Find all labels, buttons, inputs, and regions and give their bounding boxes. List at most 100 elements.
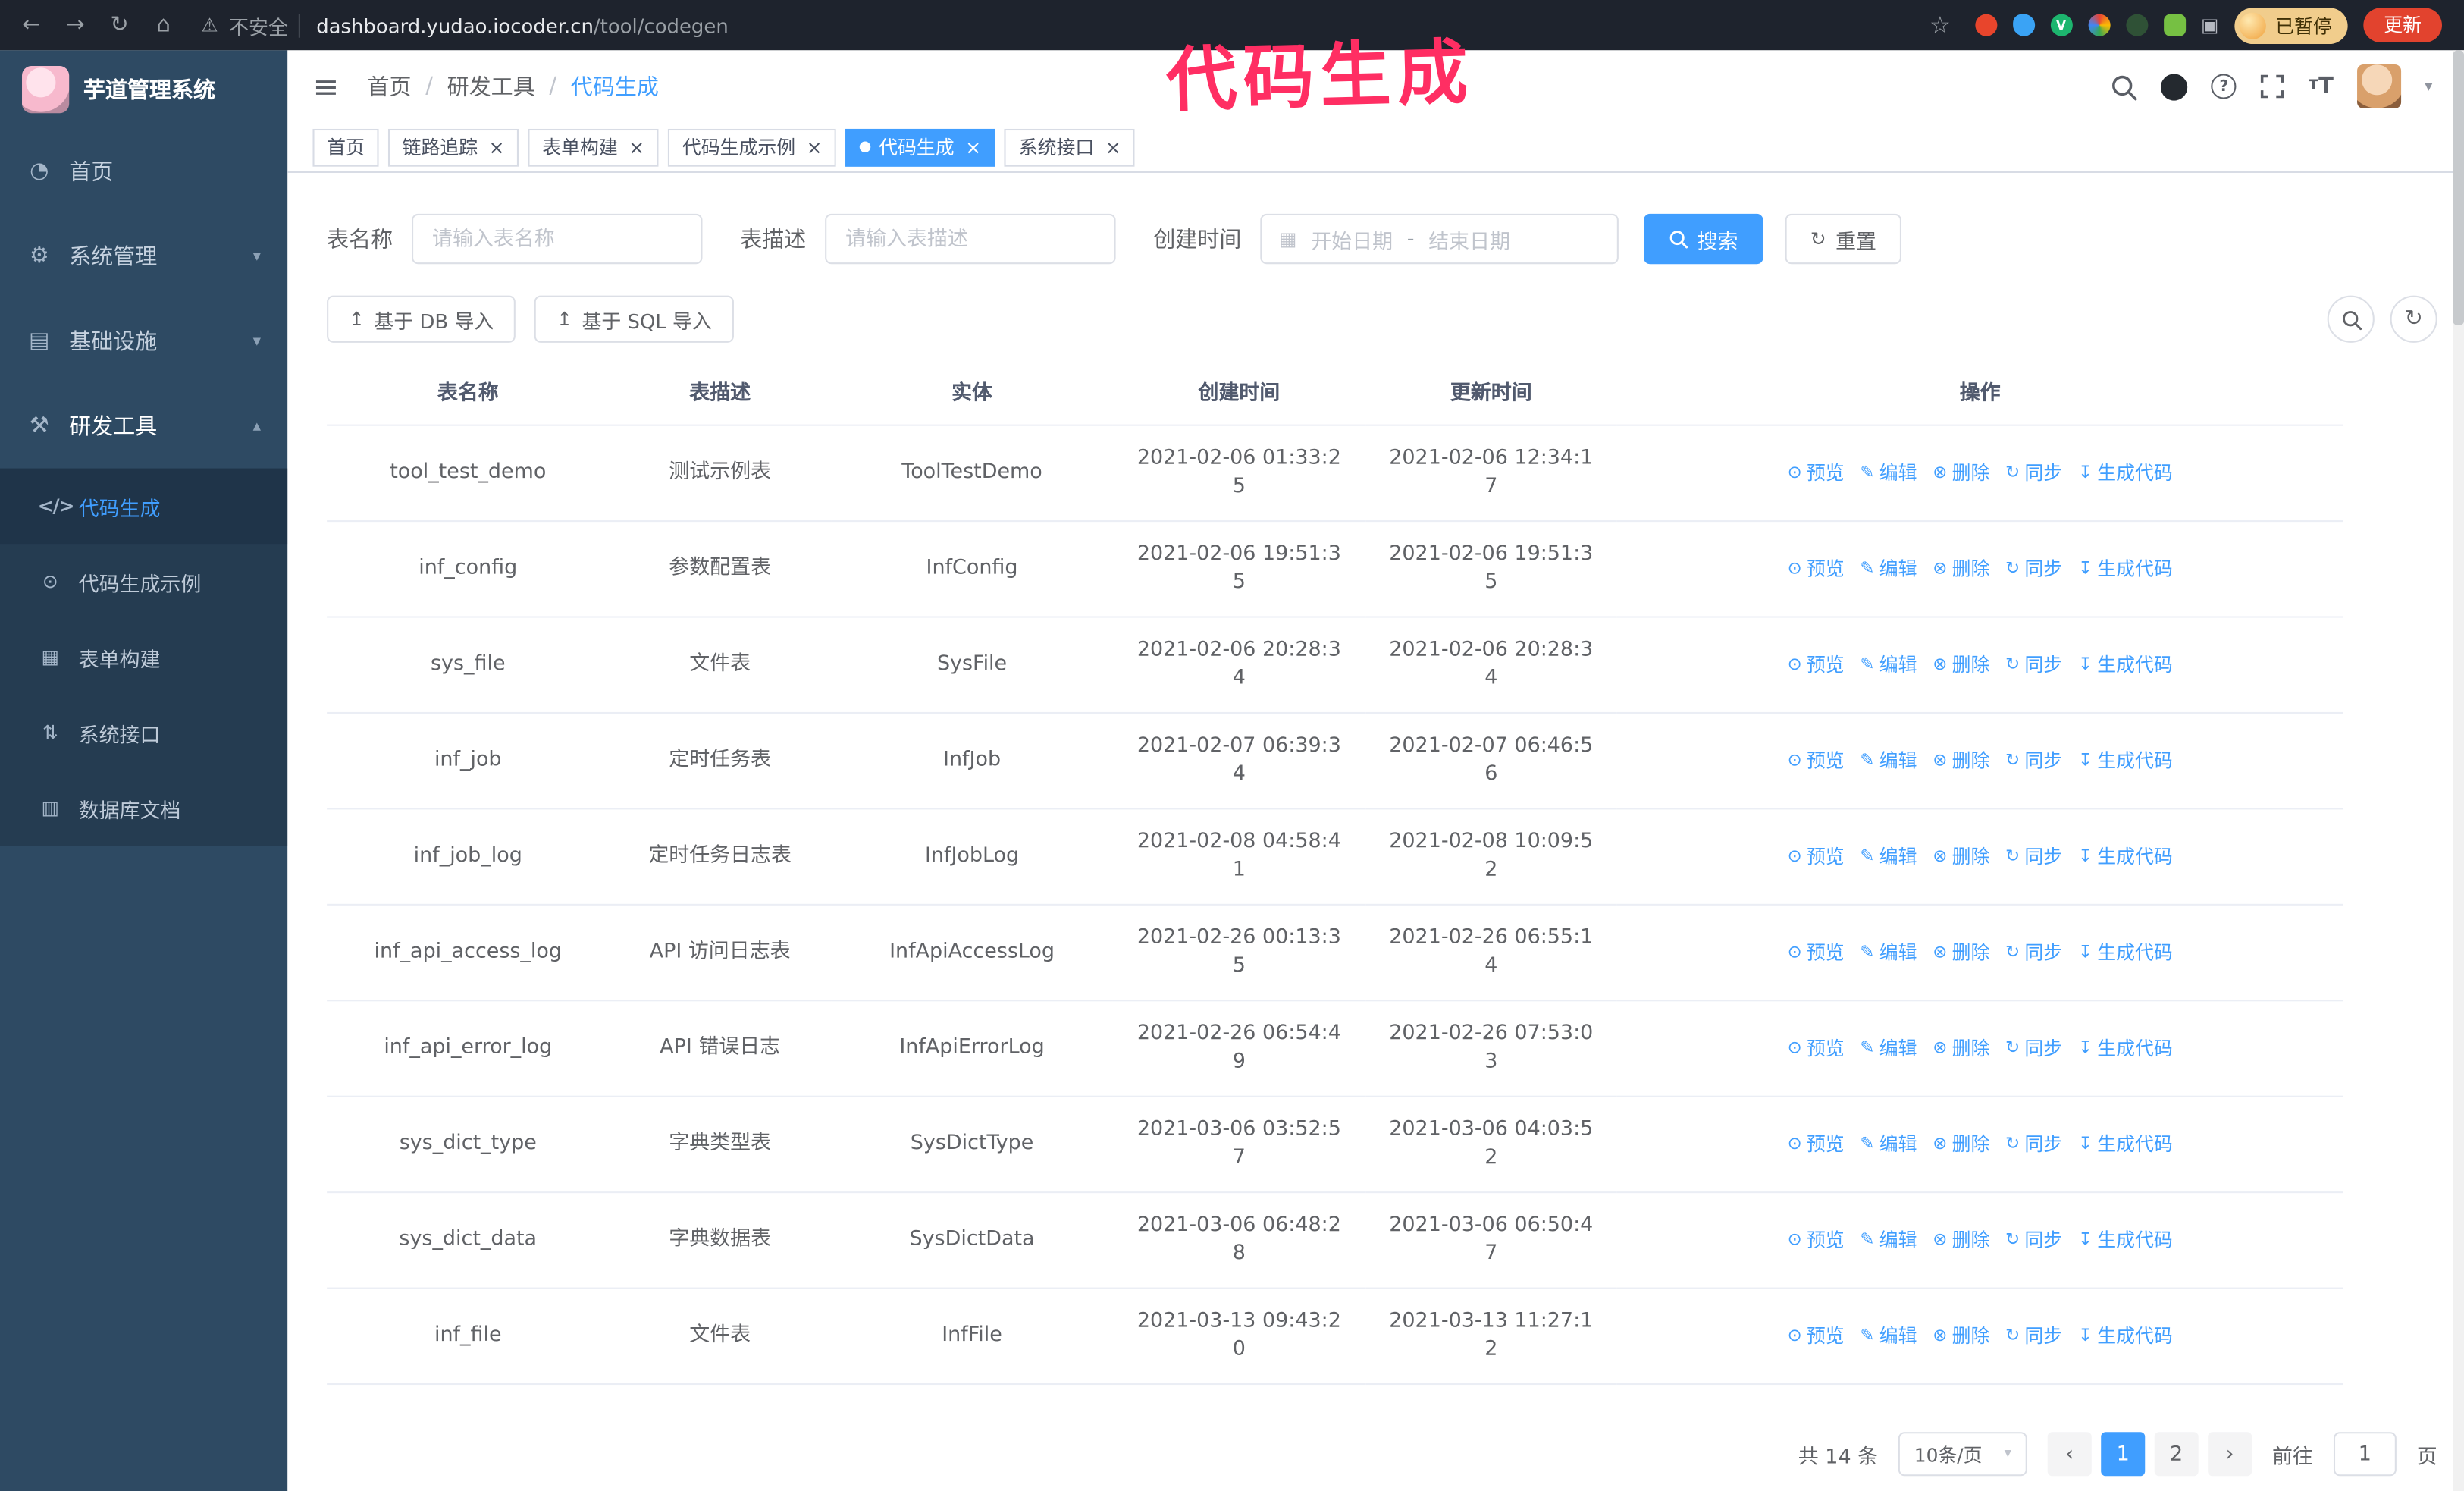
sync-link[interactable]: ↻ 同步 — [2005, 1226, 2062, 1254]
table-row[interactable]: sys_dict_data 字典数据表 SysDictData 2021-03-… — [327, 1192, 2343, 1289]
logo[interactable]: 芋道管理系统 — [0, 50, 287, 129]
sidebar-item-system[interactable]: ⚙ 系统管理 ▾ — [0, 214, 287, 299]
generate-code-link[interactable]: ↧ 生成代码 — [2078, 459, 2173, 487]
edit-link[interactable]: ✎ 编辑 — [1860, 555, 1917, 583]
generate-code-link[interactable]: ↧ 生成代码 — [2078, 1130, 2173, 1158]
generate-code-link[interactable]: ↧ 生成代码 — [2078, 843, 2173, 871]
preview-link[interactable]: ⊙ 预览 — [1788, 1034, 1845, 1063]
prev-page-button[interactable]: ‹ — [2047, 1432, 2092, 1477]
tab-codegen-example[interactable]: 代码生成示例 × — [668, 127, 837, 166]
toggle-search-button[interactable] — [2327, 295, 2375, 343]
table-name-input[interactable] — [412, 213, 703, 265]
close-icon[interactable]: × — [629, 137, 644, 156]
table-row[interactable]: sys_file 文件表 SysFile 2021-02-06 20:28:34… — [327, 617, 2343, 714]
preview-link[interactable]: ⊙ 预览 — [1788, 459, 1845, 487]
sidebar-item-infra[interactable]: ▤ 基础设施 ▾ — [0, 299, 287, 384]
table-row[interactable]: inf_job 定时任务表 InfJob 2021-02-07 06:39:34… — [327, 712, 2343, 810]
page-button-2[interactable]: 2 — [2154, 1432, 2199, 1477]
tab-api[interactable]: 系统接口 × — [1005, 127, 1136, 166]
sync-link[interactable]: ↻ 同步 — [2005, 1130, 2062, 1158]
preview-link[interactable]: ⊙ 预览 — [1788, 843, 1845, 871]
delete-link[interactable]: ⊗ 删除 — [1933, 459, 1989, 487]
back-icon[interactable]: ← — [13, 13, 51, 38]
preview-link[interactable]: ⊙ 预览 — [1788, 1226, 1845, 1254]
search-icon[interactable] — [2111, 73, 2138, 100]
extension-icon-6[interactable] — [2163, 14, 2186, 36]
preview-link[interactable]: ⊙ 预览 — [1788, 1322, 1845, 1350]
edit-link[interactable]: ✎ 编辑 — [1860, 843, 1917, 871]
sidebar-subitem-codegen-example[interactable]: ⊙ 代码生成示例 — [0, 544, 287, 619]
close-icon[interactable]: × — [807, 137, 823, 156]
extension-icon-1[interactable] — [1974, 14, 1997, 36]
fullscreen-icon[interactable] — [2260, 74, 2285, 99]
puzzle-icon[interactable]: ▣ — [2201, 14, 2219, 36]
user-avatar[interactable] — [2356, 64, 2402, 109]
extension-icon-3[interactable]: V — [2050, 14, 2073, 36]
table-row[interactable]: inf_config 参数配置表 InfConfig 2021-02-06 19… — [327, 521, 2343, 618]
sidebar-item-home[interactable]: ◔ 首页 — [0, 129, 287, 214]
caret-down-icon[interactable]: ▾ — [2425, 78, 2432, 96]
github-icon[interactable] — [2161, 73, 2188, 100]
extension-icon-5[interactable] — [2125, 14, 2148, 36]
edit-link[interactable]: ✎ 编辑 — [1860, 747, 1917, 775]
page-size-select[interactable]: 10条/页 ▾ — [1898, 1432, 2027, 1477]
home-icon[interactable]: ⌂ — [145, 13, 183, 38]
help-icon[interactable]: ? — [2211, 74, 2237, 99]
preview-link[interactable]: ⊙ 预览 — [1788, 747, 1845, 775]
reload-icon[interactable]: ↻ — [101, 13, 139, 38]
breadcrumb-devtools[interactable]: 研发工具 — [447, 71, 535, 102]
delete-link[interactable]: ⊗ 删除 — [1933, 1034, 1989, 1063]
edit-link[interactable]: ✎ 编辑 — [1860, 1322, 1917, 1350]
sync-link[interactable]: ↻ 同步 — [2005, 555, 2062, 583]
generate-code-link[interactable]: ↧ 生成代码 — [2078, 1034, 2173, 1063]
import-sql-button[interactable]: ↥ 基于 SQL 导入 — [534, 295, 734, 343]
extension-icon-4[interactable] — [2087, 14, 2110, 36]
sync-link[interactable]: ↻ 同步 — [2005, 1034, 2062, 1063]
generate-code-link[interactable]: ↧ 生成代码 — [2078, 555, 2173, 583]
url-text[interactable]: dashboard.yudao.iocoder.cn/tool/codegen — [299, 13, 729, 37]
date-range-picker[interactable]: ▦ 开始日期 - 结束日期 — [1260, 213, 1619, 265]
goto-page-input[interactable] — [2333, 1432, 2397, 1477]
preview-link[interactable]: ⊙ 预览 — [1788, 1130, 1845, 1158]
next-page-button[interactable]: › — [2208, 1432, 2252, 1477]
tab-trace[interactable]: 链路追踪 × — [387, 127, 519, 166]
delete-link[interactable]: ⊗ 删除 — [1933, 843, 1989, 871]
sync-link[interactable]: ↻ 同步 — [2005, 843, 2062, 871]
sidebar-item-devtools[interactable]: ⚒ 研发工具 ▴ — [0, 384, 287, 469]
delete-link[interactable]: ⊗ 删除 — [1933, 1226, 1989, 1254]
tab-form-builder[interactable]: 表单构建 × — [528, 127, 659, 166]
sync-link[interactable]: ↻ 同步 — [2005, 1322, 2062, 1350]
delete-link[interactable]: ⊗ 删除 — [1933, 555, 1989, 583]
sync-link[interactable]: ↻ 同步 — [2005, 651, 2062, 679]
sidebar-subitem-api[interactable]: ⇅ 系统接口 — [0, 695, 287, 770]
close-icon[interactable]: × — [489, 137, 505, 156]
profile-chip[interactable]: 已暂停 — [2234, 7, 2348, 43]
reset-button[interactable]: ↻ 重置 — [1785, 213, 1902, 265]
generate-code-link[interactable]: ↧ 生成代码 — [2078, 651, 2173, 679]
font-size-icon[interactable]: TT — [2309, 74, 2334, 99]
sync-link[interactable]: ↻ 同步 — [2005, 938, 2062, 966]
page-button-1[interactable]: 1 — [2101, 1432, 2146, 1477]
tab-codegen[interactable]: 代码生成 × — [845, 127, 995, 166]
sync-link[interactable]: ↻ 同步 — [2005, 459, 2062, 487]
tab-home[interactable]: 首页 — [312, 127, 379, 166]
security-label[interactable]: 不安全 — [229, 10, 288, 39]
delete-link[interactable]: ⊗ 删除 — [1933, 747, 1989, 775]
sidebar-subitem-db-doc[interactable]: ▥ 数据库文档 — [0, 771, 287, 846]
breadcrumb-home[interactable]: 首页 — [368, 71, 412, 102]
update-button[interactable]: 更新 — [2363, 8, 2442, 42]
table-row[interactable]: sys_dict_type 字典类型表 SysDictType 2021-03-… — [327, 1096, 2343, 1194]
generate-code-link[interactable]: ↧ 生成代码 — [2078, 1226, 2173, 1254]
delete-link[interactable]: ⊗ 删除 — [1933, 1130, 1989, 1158]
edit-link[interactable]: ✎ 编辑 — [1860, 1130, 1917, 1158]
table-row[interactable]: inf_job_log 定时任务日志表 InfJobLog 2021-02-08… — [327, 808, 2343, 906]
preview-link[interactable]: ⊙ 预览 — [1788, 651, 1845, 679]
generate-code-link[interactable]: ↧ 生成代码 — [2078, 747, 2173, 775]
forward-icon[interactable]: → — [57, 13, 95, 38]
table-row[interactable]: inf_api_error_log API 错误日志 InfApiErrorLo… — [327, 1000, 2343, 1097]
delete-link[interactable]: ⊗ 删除 — [1933, 651, 1989, 679]
bookmark-star-icon[interactable]: ☆ — [1921, 11, 1959, 39]
edit-link[interactable]: ✎ 编辑 — [1860, 1034, 1917, 1063]
edit-link[interactable]: ✎ 编辑 — [1860, 938, 1917, 966]
sync-link[interactable]: ↻ 同步 — [2005, 747, 2062, 775]
